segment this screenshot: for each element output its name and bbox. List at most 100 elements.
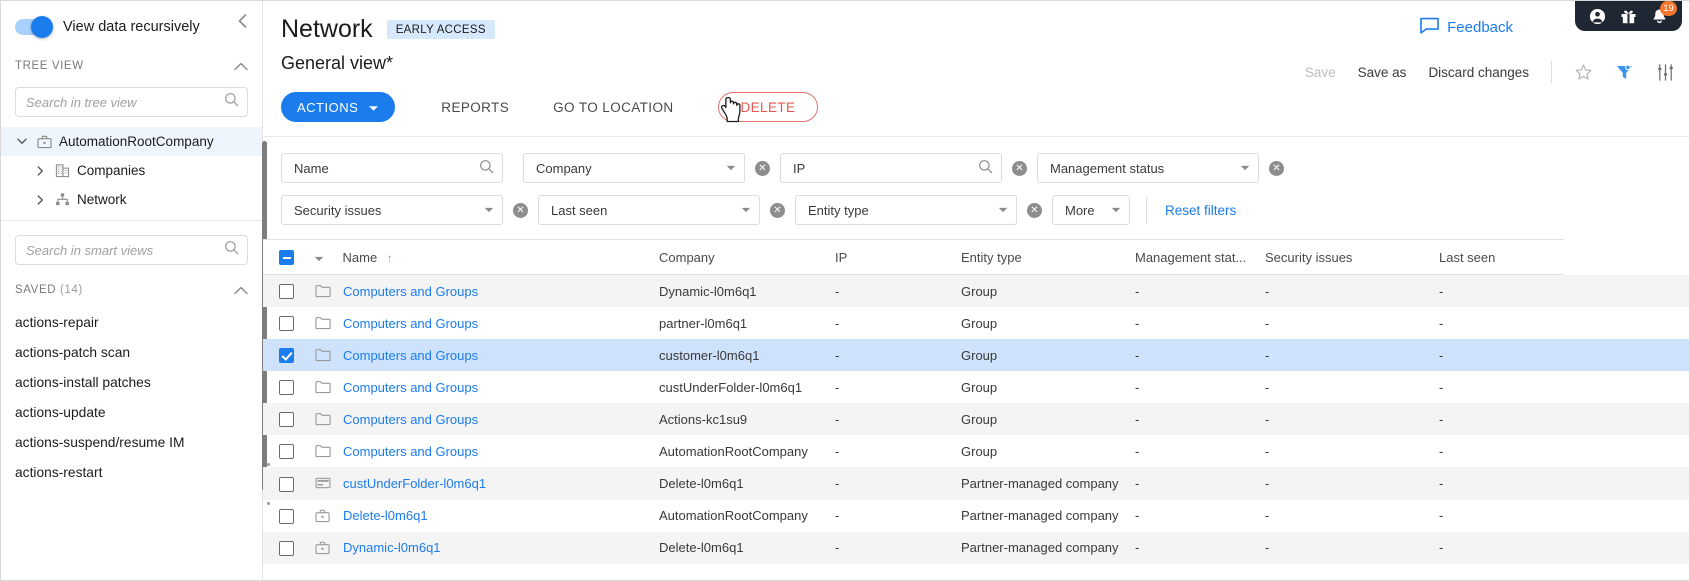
column-header-ip[interactable]: IP [835, 238, 961, 276]
row-checkbox[interactable] [279, 412, 294, 428]
select-all-checkbox[interactable] [279, 250, 294, 266]
filter-ip-input[interactable]: IP [780, 153, 1002, 183]
filter-last-seen-clear-button[interactable]: ✕ [770, 202, 785, 218]
tree-view-search-box[interactable] [15, 87, 248, 117]
row-checkbox[interactable] [279, 380, 294, 396]
filter-name-input[interactable]: Name [281, 153, 503, 183]
saved-view-item[interactable]: actions-patch scan [1, 337, 262, 367]
chevron-up-icon[interactable] [234, 284, 248, 297]
table-row[interactable]: Dynamic-l0m6q1 Delete-l0m6q1- Partner-mana… [263, 531, 1689, 564]
column-header-name[interactable]: Name ↑ [307, 238, 659, 276]
filter-entity-type-clear-button[interactable]: ✕ [1027, 202, 1042, 218]
row-checkbox[interactable] [279, 348, 294, 364]
entities-table: Name ↑ Company IP Entity type Management… [263, 238, 1689, 564]
entity-name-link[interactable]: Computers and Groups [343, 348, 478, 363]
tree-item-automationrootcompany[interactable]: AutomationRootCompany [1, 127, 262, 156]
bell-icon[interactable]: 19 [1651, 0, 1677, 25]
user-toolbar: 19 [1575, 0, 1682, 31]
cell-company: partner-l0m6q1 [659, 315, 748, 331]
saved-views-list: actions-repair actions-patch scan action… [1, 305, 262, 487]
gift-icon[interactable] [1620, 8, 1637, 25]
search-icon[interactable] [479, 159, 494, 177]
sidebar-collapse-button[interactable] [230, 11, 254, 35]
entity-name-link[interactable]: Computers and Groups [343, 444, 478, 459]
cell-management-status: - [1135, 475, 1140, 491]
network-icon [53, 192, 71, 207]
reset-filters-link[interactable]: Reset filters [1165, 203, 1236, 218]
row-checkbox[interactable] [279, 444, 294, 460]
filter-last-seen-label: Last seen [551, 202, 608, 218]
smart-views-search-box[interactable] [15, 235, 248, 265]
chevron-right-icon[interactable] [33, 165, 47, 176]
filter-security-issues-clear-button[interactable]: ✕ [513, 202, 528, 218]
account-icon[interactable] [1589, 8, 1606, 25]
entity-name-link[interactable]: Dynamic-l0m6q1 [343, 540, 441, 555]
filter-management-status-clear-button[interactable]: ✕ [1269, 160, 1284, 176]
chevron-down-icon[interactable] [314, 254, 327, 264]
filter-ip-clear-button[interactable]: ✕ [1012, 160, 1027, 176]
go-to-location-button[interactable]: GO TO LOCATION [531, 92, 695, 122]
tree-view-section-header[interactable]: TREE VIEW [1, 51, 262, 81]
cell-ip: - [835, 347, 840, 363]
entity-name-link[interactable]: Delete-l0m6q1 [343, 508, 428, 523]
saved-view-item[interactable]: actions-restart [1, 457, 262, 487]
cell-last-seen: - [1439, 283, 1444, 299]
cell-ip: - [835, 540, 840, 556]
filter-more-button[interactable]: More [1052, 195, 1130, 225]
filter-company-select[interactable]: Company [523, 153, 745, 183]
saved-section-header[interactable]: SAVED (14) [1, 275, 262, 305]
saved-view-item[interactable]: actions-install patches [1, 367, 262, 397]
column-header-security-issues[interactable]: Security issues [1265, 238, 1439, 276]
view-data-recursively-toggle[interactable] [15, 16, 53, 38]
search-icon[interactable] [978, 159, 993, 177]
filter-company-clear-button[interactable]: ✕ [755, 160, 770, 176]
filter-last-seen-select[interactable]: Last seen [538, 195, 760, 225]
row-select-cell [263, 307, 307, 339]
chevron-up-icon[interactable] [234, 60, 248, 73]
reports-button[interactable]: REPORTS [419, 92, 531, 122]
tree-item-companies[interactable]: Companies [1, 156, 262, 185]
column-header-entity-type[interactable]: Entity type [961, 238, 1135, 276]
filter-security-issues-select[interactable]: Security issues [281, 195, 503, 225]
row-checkbox[interactable] [279, 284, 294, 300]
entity-name-link[interactable]: Computers and Groups [343, 380, 478, 395]
entity-name-link[interactable]: custUnderFolder-l0m6q1 [343, 476, 486, 491]
entity-name-link[interactable]: Computers and Groups [343, 316, 478, 331]
cell-last-seen: - [1439, 443, 1444, 459]
table-row[interactable]: Computers and Groups custUnderFolder-l0m6… [263, 371, 1689, 403]
chevron-right-icon[interactable] [33, 194, 47, 205]
table-row[interactable]: Delete-l0m6q1 AutomationRootCompany - Partn… [263, 500, 1689, 532]
chevron-left-icon [238, 13, 247, 33]
tree-item-network[interactable]: Network [1, 185, 262, 214]
row-checkbox[interactable] [279, 316, 294, 332]
tree-view-search-input[interactable] [26, 94, 224, 110]
table-row[interactable]: Computers and Groups Actions-kc1su9 - Group… [263, 403, 1689, 436]
view-data-recursively-row[interactable]: View data recursively [1, 1, 262, 51]
actions-button[interactable]: ACTIONS [281, 92, 396, 122]
row-select-cell [263, 500, 307, 532]
table-row[interactable]: Computers and Groups partner-l0m6q1 - Group… [263, 307, 1689, 339]
saved-view-item[interactable]: actions-update [1, 397, 262, 427]
feedback-link[interactable]: Feedback [1420, 17, 1513, 38]
filter-entity-type-select[interactable]: Entity type [795, 195, 1017, 225]
table-row[interactable]: Computers and Groups customer-l0m6q1 - Grou… [263, 339, 1689, 372]
row-checkbox[interactable] [279, 476, 294, 492]
filter-management-status-select[interactable]: Management status [1037, 153, 1259, 183]
column-header-last-seen[interactable]: Last seen [1439, 238, 1564, 276]
table-row[interactable]: custUnderFolder-l0m6q1 Delete-l0m6q1- Part… [263, 467, 1689, 500]
cell-entity-type: Group [961, 443, 998, 459]
chevron-down-icon[interactable] [15, 138, 29, 145]
smart-views-search-input[interactable] [26, 242, 224, 258]
cell-ip: - [835, 379, 840, 395]
table-row[interactable]: Computers and Groups Dynamic-l0m6q1 - Group… [263, 274, 1689, 308]
table-row[interactable]: Computers and Groups AutomationRootCompan… [263, 435, 1689, 467]
column-header-company[interactable]: Company [659, 238, 835, 276]
saved-view-item[interactable]: actions-suspend/resume IM [1, 427, 262, 457]
entity-name-link[interactable]: Computers and Groups [343, 284, 478, 299]
row-checkbox[interactable] [279, 540, 294, 556]
row-checkbox[interactable] [279, 508, 294, 524]
entity-name-link[interactable]: Computers and Groups [343, 412, 478, 427]
column-header-management-status[interactable]: Management stat... [1135, 238, 1265, 276]
saved-view-item[interactable]: actions-repair [1, 307, 262, 337]
delete-button[interactable]: DELETE [717, 92, 819, 122]
